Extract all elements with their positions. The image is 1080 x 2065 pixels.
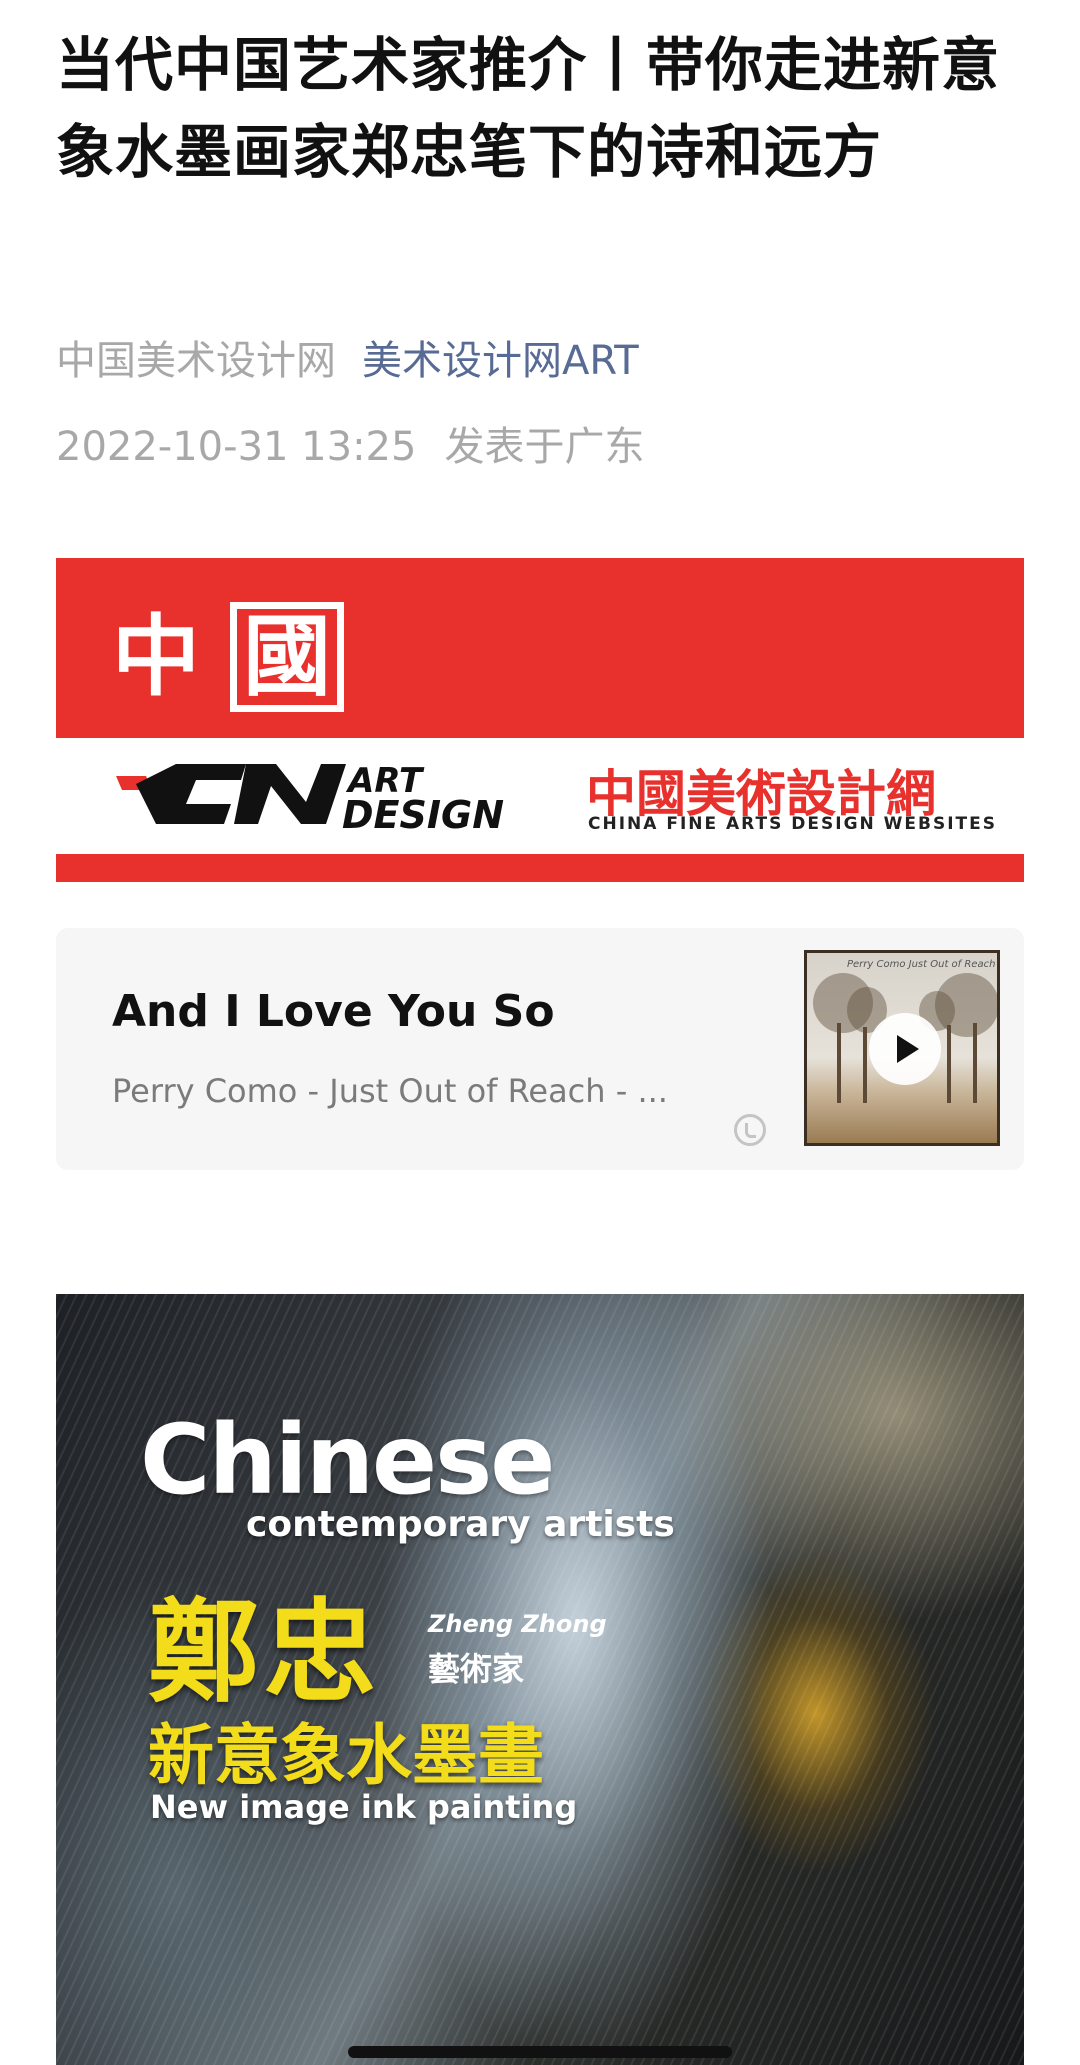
music-note-icon <box>734 1114 766 1146</box>
music-card[interactable]: And I Love You So Perry Como - Just Out … <box>56 928 1024 1170</box>
svg-text:DESIGN: DESIGN <box>342 793 504 837</box>
publish-location: 发表于广东 <box>444 424 645 470</box>
poster-artist-name-en: Zheng Zhong <box>428 1610 607 1638</box>
article-title: 当代中国艺术家推介丨带你走进新意象水墨画家郑忠笔下的诗和远方 <box>56 31 1001 186</box>
account-link[interactable]: 美术设计网ART <box>362 338 639 384</box>
album-cover-text: Perry Como Just Out of Reach <box>847 959 996 970</box>
site-banner-image[interactable]: 中國 ART DESIGN 中國美術設計網 CHINA FINE ARTS DE… <box>56 558 1024 882</box>
poster-line-contemporary: contemporary artists <box>246 1504 675 1545</box>
article-meta-date: 2022-10-31 13:25 发表于广东 <box>56 414 644 472</box>
banner-red-bottom-band <box>56 854 1024 882</box>
poster-artist-name: 鄭忠 <box>148 1587 380 1718</box>
publish-date: 2022-10-31 13:25 <box>56 424 417 470</box>
play-icon[interactable] <box>869 1013 941 1085</box>
poster-style-en: New image ink painting <box>150 1788 578 1826</box>
poster-artist-role: 藝術家 <box>428 1650 525 1688</box>
banner-country-text: 中國 <box>112 586 345 713</box>
poster-line-chinese: Chinese <box>140 1404 555 1516</box>
poster-style: 新意象水墨畫 <box>148 1716 544 1794</box>
author-name: 中国美术设计网 <box>56 338 336 384</box>
article-meta-author: 中国美术设计网 美术设计网ART <box>56 328 639 386</box>
album-cover[interactable]: Perry Como Just Out of Reach <box>804 950 1000 1146</box>
home-indicator[interactable] <box>348 2046 732 2058</box>
music-title: And I Love You So <box>112 986 555 1037</box>
artist-poster-image[interactable]: Chinese contemporary artists 鄭忠 Zheng Zh… <box>56 1294 1024 2065</box>
banner-char-guo: 國 <box>230 602 345 712</box>
banner-char-zhong: 中 <box>112 605 231 708</box>
banner-site-subtitle: CHINA FINE ARTS DESIGN WEBSITES <box>588 814 998 834</box>
music-artist: Perry Como - Just Out of Reach - ... <box>112 1072 668 1110</box>
